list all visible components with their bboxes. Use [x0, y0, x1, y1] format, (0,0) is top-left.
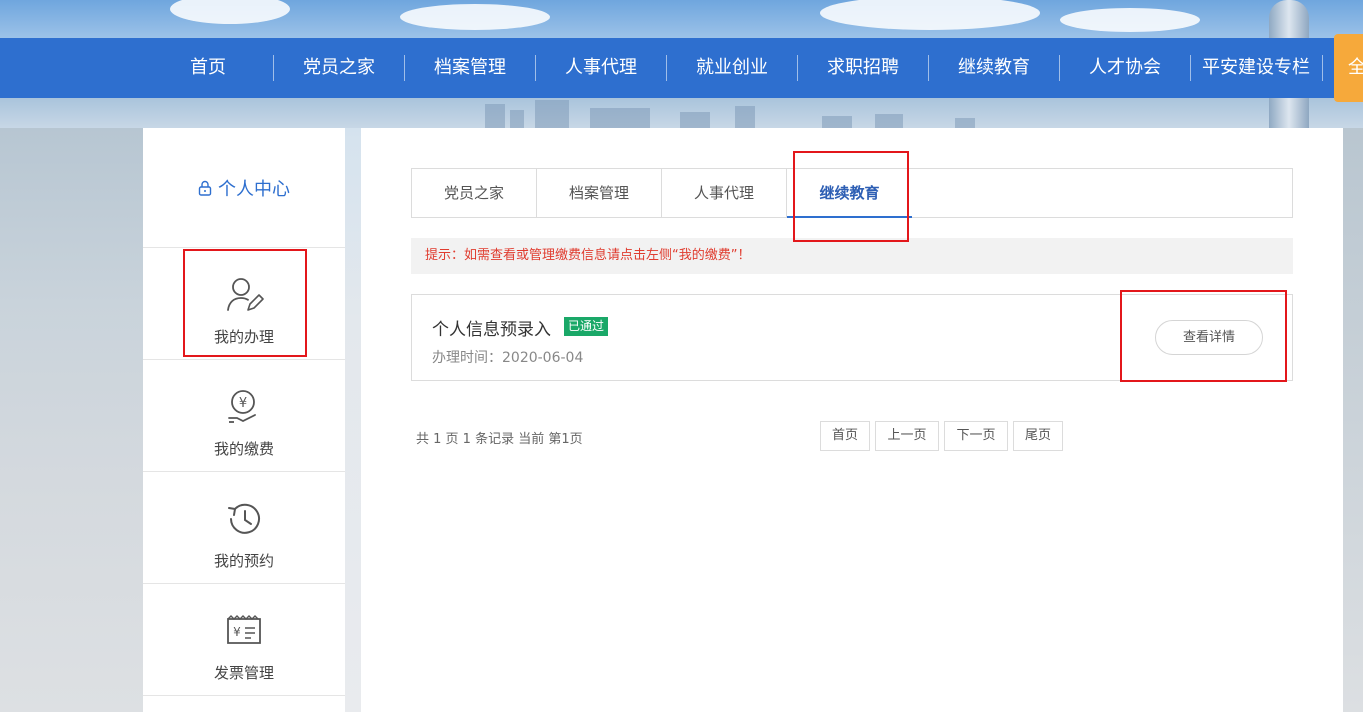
record-title: 个人信息预录入	[432, 320, 551, 340]
nav-divider	[666, 55, 667, 81]
nav-item-recruitment[interactable]: 求职招聘	[814, 38, 912, 98]
view-details-button[interactable]: 查看详情	[1155, 320, 1263, 355]
lock-icon	[198, 180, 212, 196]
tab-personnel-agency[interactable]: 人事代理	[662, 169, 787, 217]
sidebar: 个人中心 我的办理 ¥ 我的缴费 我的预约 ¥ 发票管理	[143, 128, 345, 712]
nav-divider	[797, 55, 798, 81]
nav-divider	[928, 55, 929, 81]
nav-item-personnel-agency[interactable]: 人事代理	[552, 38, 650, 98]
scenery-right	[1343, 128, 1363, 712]
sidebar-item-my-appointment[interactable]: 我的预约	[143, 472, 345, 584]
scenery-left	[0, 128, 143, 712]
sidebar-item-label: 发票管理	[213, 664, 274, 682]
nav-divider	[404, 55, 405, 81]
svg-text:¥: ¥	[239, 396, 247, 411]
tab-party-home[interactable]: 党员之家	[412, 169, 537, 217]
status-badge: 已通过	[564, 317, 609, 336]
sidebar-item-my-handling[interactable]: 我的办理	[143, 248, 345, 360]
invoice-icon: ¥	[223, 610, 265, 652]
tab-archives[interactable]: 档案管理	[537, 169, 662, 217]
sidebar-title: 个人中心	[218, 178, 290, 200]
sidebar-item-my-payment[interactable]: ¥ 我的缴费	[143, 360, 345, 472]
nav-item-continuing-education[interactable]: 继续教育	[945, 38, 1043, 98]
nav-divider	[1059, 55, 1060, 81]
nav-item-employment[interactable]: 就业创业	[683, 38, 781, 98]
payment-hand-icon: ¥	[223, 386, 265, 428]
city-skyline	[0, 98, 1363, 128]
nav-item-extra[interactable]: 全	[1334, 34, 1363, 102]
first-page-button[interactable]: 首页	[820, 421, 870, 451]
user-edit-icon	[223, 274, 265, 316]
top-nav: 首页 党员之家 档案管理 人事代理 就业创业 求职招聘 继续教育 人才协会 平安…	[0, 38, 1363, 98]
category-tabs: 党员之家 档案管理 人事代理 继续教育	[411, 168, 1293, 218]
last-page-button[interactable]: 尾页	[1013, 421, 1063, 451]
nav-divider	[273, 55, 274, 81]
banner-sky	[0, 0, 1363, 38]
sidebar-item-label: 我的缴费	[213, 440, 274, 458]
next-page-button[interactable]: 下一页	[944, 421, 1008, 451]
record-time: 办理时间：2020-06-04	[432, 350, 584, 366]
nav-divider	[1322, 55, 1323, 81]
nav-divider	[535, 55, 536, 81]
nav-item-safety-column[interactable]: 平安建设专栏	[1197, 38, 1315, 98]
sidebar-header: 个人中心	[143, 128, 345, 248]
sidebar-item-label: 我的预约	[213, 552, 274, 570]
history-clock-icon	[223, 498, 265, 540]
nav-item-talent-association[interactable]: 人才协会	[1076, 38, 1174, 98]
nav-item-party-home[interactable]: 党员之家	[290, 38, 388, 98]
nav-item-home[interactable]: 首页	[168, 38, 248, 98]
nav-item-archives[interactable]: 档案管理	[421, 38, 519, 98]
nav-divider	[1190, 55, 1191, 81]
main-panel: 党员之家 档案管理 人事代理 继续教育 提示：如需查看或管理缴费信息请点击左侧“…	[361, 128, 1343, 712]
svg-text:¥: ¥	[233, 625, 241, 639]
record-card: 个人信息预录入 已通过 办理时间：2020-06-04 查看详情	[411, 294, 1293, 381]
sidebar-item-label: 我的办理	[213, 328, 274, 346]
sidebar-item-invoice[interactable]: ¥ 发票管理	[143, 584, 345, 696]
payment-tip: 提示：如需查看或管理缴费信息请点击左侧“我的缴费”！	[411, 238, 1293, 274]
pagination-summary: 共 1 页 1 条记录 当前 第1页	[416, 432, 583, 447]
prev-page-button[interactable]: 上一页	[875, 421, 939, 451]
tab-continuing-education[interactable]: 继续教育	[787, 169, 912, 218]
